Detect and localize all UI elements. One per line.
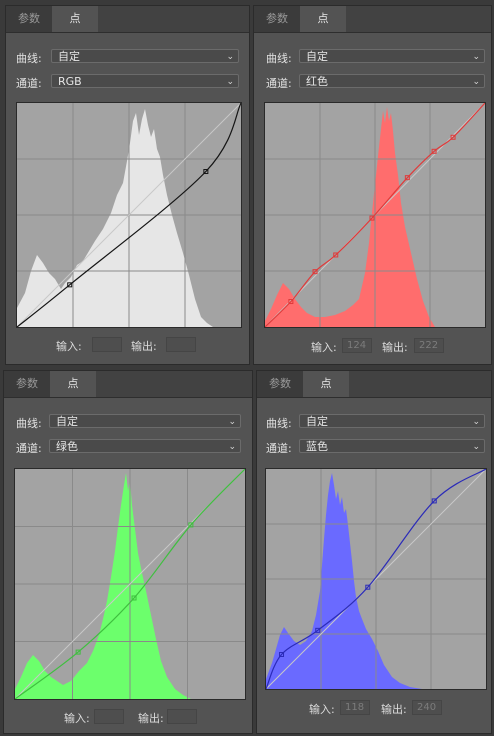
output-label: 输出: [131, 340, 157, 353]
output-label: 输出: [381, 703, 407, 716]
tab-points[interactable]: 点 [300, 6, 346, 32]
curve-graph-svg [17, 103, 241, 327]
preset-value: 自定 [306, 415, 328, 428]
curves-panel-rgb: 参数 点 曲线: 自定 ⌄ 通道: RGB ⌄ 输入: 输出: [5, 5, 250, 365]
tab-bar: 参数 点 [257, 371, 491, 398]
channel-label: 通道: [266, 77, 292, 90]
preset-value: 自定 [56, 415, 78, 428]
curve-graph-svg [266, 469, 486, 689]
preset-select[interactable]: 自定 ⌄ [299, 414, 485, 428]
output-field[interactable]: 222 [414, 338, 444, 353]
channel-value: RGB [58, 75, 82, 88]
chevron-down-icon: ⌄ [472, 442, 480, 452]
output-label: 输出: [138, 712, 164, 725]
output-field[interactable] [167, 709, 197, 724]
chevron-down-icon: ⌄ [228, 442, 236, 452]
tab-properties[interactable]: 参数 [6, 6, 52, 32]
channel-label: 通道: [266, 442, 292, 455]
output-field[interactable] [166, 337, 196, 352]
tab-bar: 参数 点 [4, 371, 252, 398]
curve-graph-svg [15, 469, 245, 699]
input-label: 输入: [311, 341, 337, 354]
channel-select[interactable]: 绿色 ⌄ [49, 439, 241, 453]
histogram [266, 473, 422, 689]
input-field[interactable]: 118 [340, 700, 370, 715]
output-field[interactable]: 240 [412, 700, 442, 715]
histogram [265, 107, 435, 327]
channel-value: 蓝色 [306, 440, 328, 453]
chevron-down-icon: ⌄ [472, 77, 480, 87]
preset-select[interactable]: 自定 ⌄ [49, 414, 241, 428]
tab-points[interactable]: 点 [303, 371, 349, 397]
tab-properties[interactable]: 参数 [257, 371, 303, 397]
chevron-down-icon: ⌄ [472, 417, 480, 427]
input-field[interactable]: 124 [342, 338, 372, 353]
channel-select[interactable]: 红色 ⌄ [299, 74, 485, 88]
input-field[interactable] [92, 337, 122, 352]
input-label: 输入: [56, 340, 82, 353]
curve-graph[interactable] [264, 102, 486, 328]
preset-label: 曲线: [16, 52, 42, 65]
channel-value: 绿色 [56, 440, 78, 453]
tab-properties[interactable]: 参数 [4, 371, 50, 397]
input-label: 输入: [309, 703, 335, 716]
output-label: 输出: [382, 341, 408, 354]
histogram [17, 109, 213, 327]
preset-label: 曲线: [266, 52, 292, 65]
curve-graph[interactable] [16, 102, 242, 328]
input-label: 输入: [64, 712, 90, 725]
histogram [15, 473, 191, 699]
curves-panel-green: 参数 点 曲线: 自定 ⌄ 通道: 绿色 ⌄ 输入: 输出: [3, 370, 253, 734]
channel-select[interactable]: 蓝色 ⌄ [299, 439, 485, 453]
chevron-down-icon: ⌄ [226, 77, 234, 87]
tab-properties[interactable]: 参数 [254, 6, 300, 32]
input-field[interactable] [94, 709, 124, 724]
preset-value: 自定 [306, 50, 328, 63]
tab-points[interactable]: 点 [52, 6, 98, 32]
tab-bar: 参数 点 [6, 6, 249, 33]
curves-panel-red: 参数 点 曲线: 自定 ⌄ 通道: 红色 ⌄ 输入: 124 输出: 222 [253, 5, 492, 365]
tab-bar: 参数 点 [254, 6, 491, 33]
chevron-down-icon: ⌄ [226, 52, 234, 62]
channel-label: 通道: [16, 77, 42, 90]
tab-points[interactable]: 点 [50, 371, 96, 397]
channel-select[interactable]: RGB ⌄ [51, 74, 239, 88]
preset-label: 曲线: [266, 417, 292, 430]
chevron-down-icon: ⌄ [228, 417, 236, 427]
preset-select[interactable]: 自定 ⌄ [51, 49, 239, 63]
curves-panel-blue: 参数 点 曲线: 自定 ⌄ 通道: 蓝色 ⌄ 输入: 118 输出: 240 [256, 370, 492, 734]
curve-graph[interactable] [265, 468, 487, 690]
curve-graph-svg [265, 103, 485, 327]
chevron-down-icon: ⌄ [472, 52, 480, 62]
channel-label: 通道: [16, 442, 42, 455]
preset-select[interactable]: 自定 ⌄ [299, 49, 485, 63]
curve-graph[interactable] [14, 468, 246, 700]
preset-label: 曲线: [16, 417, 42, 430]
preset-value: 自定 [58, 50, 80, 63]
channel-value: 红色 [306, 75, 328, 88]
